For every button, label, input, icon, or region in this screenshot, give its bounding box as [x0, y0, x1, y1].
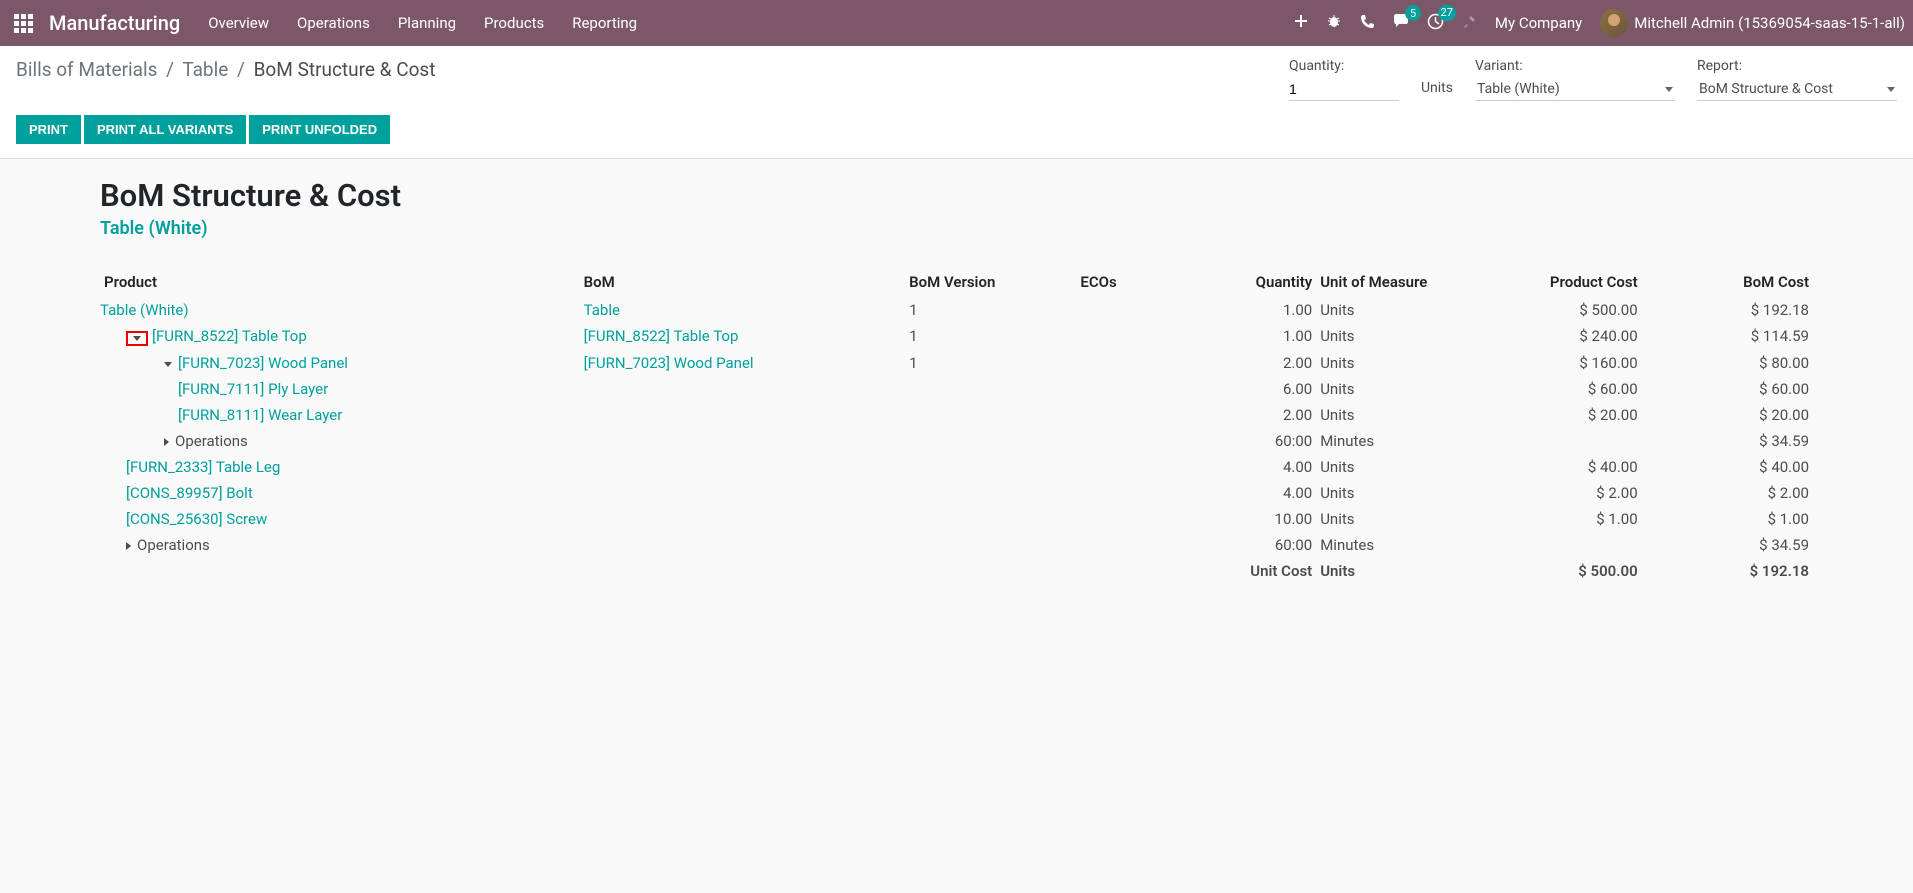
table-row: [FURN_7023] Wood Panel [FURN_7023] Wood P… — [100, 350, 1813, 376]
activities-badge: 27 — [1438, 5, 1456, 21]
report-subtitle[interactable]: Table (White) — [100, 218, 1813, 239]
bom-link[interactable]: [FURN_8522] Table Top — [584, 327, 739, 345]
apps-icon[interactable] — [14, 14, 33, 33]
caret-down-icon — [1887, 87, 1895, 92]
th-pcost: Product Cost — [1453, 267, 1641, 297]
main-content: BoM Structure & Cost Table (White) Produ… — [0, 159, 1913, 602]
total-row: Unit CostUnits$ 500.00$ 192.18 — [100, 558, 1813, 584]
breadcrumb: Bills of Materials / Table / BoM Structu… — [16, 58, 435, 101]
print-all-variants-button[interactable]: Print All Variants — [84, 115, 246, 144]
operations-text: Operations — [175, 432, 248, 450]
table-row: [FURN_7111] Ply Layer6.00Units$ 60.00$ 6… — [100, 376, 1813, 402]
product-link[interactable]: [FURN_7023] Wood Panel — [178, 354, 348, 372]
messages-icon[interactable]: 5 — [1393, 13, 1409, 33]
th-ecos: ECOs — [1076, 267, 1196, 297]
th-quantity: Quantity — [1196, 267, 1316, 297]
th-version: BoM Version — [905, 267, 1076, 297]
th-uom: Unit of Measure — [1316, 267, 1453, 297]
phone-icon[interactable] — [1360, 14, 1375, 33]
th-bom: BoM — [580, 267, 905, 297]
bom-link[interactable]: [FURN_7023] Wood Panel — [584, 354, 754, 372]
table-row: Table (White)Table11.00Units$ 500.00$ 19… — [100, 297, 1813, 323]
avatar — [1600, 9, 1628, 37]
table-row: [FURN_8111] Wear Layer2.00Units$ 20.00$ … — [100, 402, 1813, 428]
user-menu[interactable]: Mitchell Admin (15369054-saas-15-1-all) — [1600, 9, 1905, 37]
operations-text: Operations — [137, 536, 210, 554]
plus-icon[interactable] — [1294, 14, 1308, 32]
quantity-input[interactable] — [1289, 78, 1399, 101]
bug-icon[interactable] — [1326, 13, 1342, 33]
activities-icon[interactable]: 27 — [1427, 13, 1444, 34]
quantity-label: Quantity: — [1289, 58, 1399, 74]
variant-label: Variant: — [1475, 58, 1675, 74]
nav-products[interactable]: Products — [484, 14, 544, 32]
table-row: [CONS_25630] Screw10.00Units$ 1.00$ 1.00 — [100, 506, 1813, 532]
main-navbar: Manufacturing Overview Operations Planni… — [0, 0, 1913, 46]
messages-badge: 5 — [1405, 5, 1421, 21]
bom-table: Product BoM BoM Version ECOs Quantity Un… — [100, 267, 1813, 584]
product-link[interactable]: [CONS_25630] Screw — [126, 510, 267, 528]
product-link[interactable]: [FURN_2333] Table Leg — [126, 458, 280, 476]
company-switcher[interactable]: My Company — [1495, 14, 1582, 32]
breadcrumb-link-1[interactable]: Bills of Materials — [16, 58, 157, 81]
bom-link[interactable]: Table — [584, 301, 620, 319]
th-product: Product — [100, 267, 580, 297]
product-link[interactable]: [CONS_89957] Bolt — [126, 484, 253, 502]
tools-icon[interactable] — [1462, 14, 1477, 33]
caret-open-icon[interactable] — [164, 362, 172, 367]
table-row: Operations60:00Minutes$ 34.59 — [100, 532, 1813, 558]
table-row: [FURN_8522] Table Top [FURN_8522] Table T… — [100, 323, 1813, 350]
nav-reporting[interactable]: Reporting — [572, 14, 637, 32]
report-label: Report: — [1697, 58, 1897, 74]
variant-select[interactable]: Table (White) — [1475, 78, 1675, 101]
print-unfolded-button[interactable]: Print Unfolded — [249, 115, 390, 144]
report-title: BoM Structure & Cost — [100, 177, 1813, 214]
table-row: [FURN_2333] Table Leg4.00Units$ 40.00$ 4… — [100, 454, 1813, 480]
print-button[interactable]: Print — [16, 115, 81, 144]
control-panel: Bills of Materials / Table / BoM Structu… — [0, 46, 1913, 159]
nav-operations[interactable]: Operations — [297, 14, 370, 32]
caret-closed-icon[interactable] — [126, 542, 131, 550]
th-bcost: BoM Cost — [1642, 267, 1813, 297]
product-link[interactable]: [FURN_8522] Table Top — [152, 327, 307, 345]
app-name[interactable]: Manufacturing — [49, 11, 180, 35]
breadcrumb-current: BoM Structure & Cost — [254, 58, 436, 81]
product-link[interactable]: [FURN_7111] Ply Layer — [178, 380, 328, 398]
breadcrumb-link-2[interactable]: Table — [182, 58, 228, 81]
product-link[interactable]: [FURN_8111] Wear Layer — [178, 406, 342, 424]
nav-menu: Overview Operations Planning Products Re… — [208, 14, 637, 32]
nav-planning[interactable]: Planning — [398, 14, 456, 32]
quantity-unit: Units — [1421, 80, 1453, 101]
caret-down-icon — [1665, 87, 1673, 92]
caret-open-icon[interactable] — [126, 331, 148, 346]
nav-overview[interactable]: Overview — [208, 14, 269, 32]
product-link[interactable]: Table (White) — [100, 301, 189, 319]
user-name: Mitchell Admin (15369054-saas-15-1-all) — [1634, 14, 1905, 32]
caret-closed-icon[interactable] — [164, 438, 169, 446]
table-row: Operations60:00Minutes$ 34.59 — [100, 428, 1813, 454]
table-row: [CONS_89957] Bolt4.00Units$ 2.00$ 2.00 — [100, 480, 1813, 506]
report-select[interactable]: BoM Structure & Cost — [1697, 78, 1897, 101]
